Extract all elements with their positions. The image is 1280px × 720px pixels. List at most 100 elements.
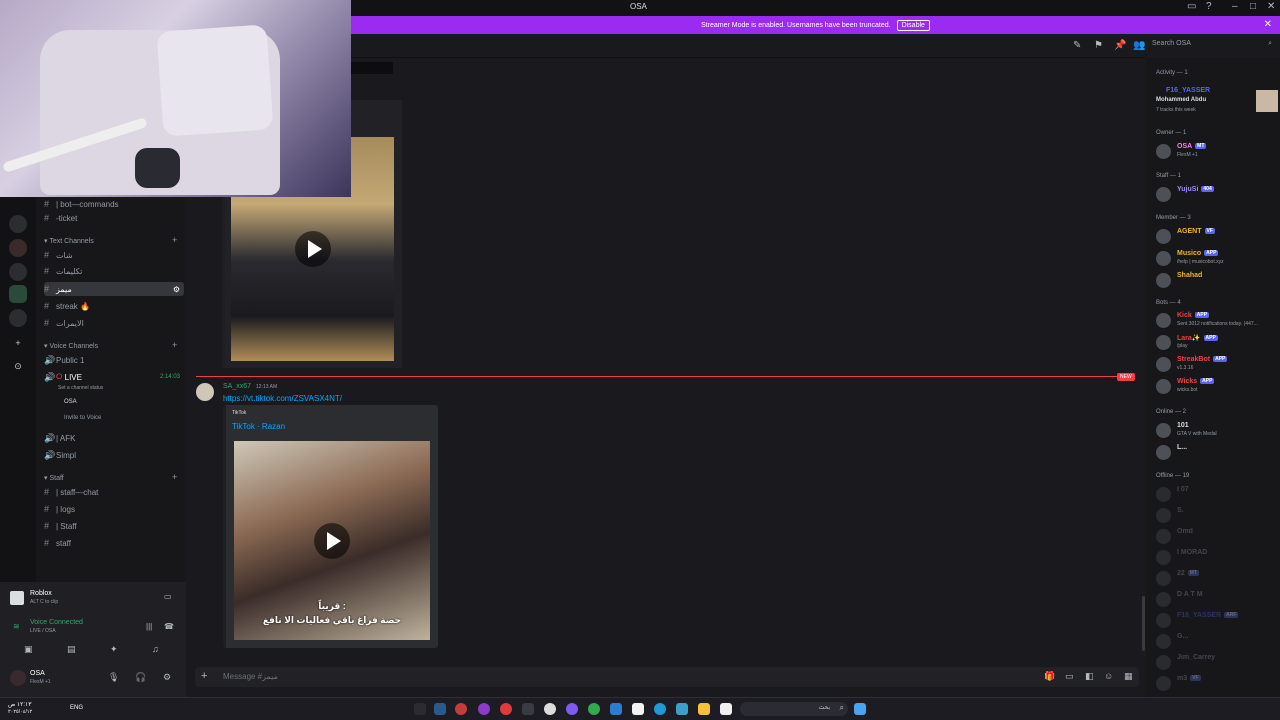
- category-text-channels[interactable]: ▾ Text Channels: [44, 237, 94, 245]
- gift-icon[interactable]: 🎁: [1044, 671, 1055, 682]
- record-icon[interactable]: [500, 703, 512, 715]
- add-channel-icon[interactable]: +: [172, 472, 177, 482]
- server-icon[interactable]: [9, 309, 27, 327]
- channel-status-hint[interactable]: Set a channel status: [58, 381, 198, 395]
- maximize-button[interactable]: □: [1250, 1, 1256, 12]
- member-item[interactable]: I 07: [1156, 485, 1276, 503]
- help-icon[interactable]: ?: [1206, 1, 1212, 12]
- channel-item[interactable]: # | staff—chat: [44, 485, 184, 499]
- taskbar-search[interactable]: بحث ⌕: [740, 702, 848, 716]
- member-item[interactable]: Musico APP/help | musicobot.xyz: [1156, 249, 1276, 267]
- server-icon[interactable]: [9, 239, 27, 257]
- steam-icon[interactable]: [434, 703, 446, 715]
- activity-card[interactable]: F16_YASSER Mohammed Abdu 7 tracks this w…: [1156, 86, 1278, 113]
- member-item[interactable]: Kick APP Sent 3012 notifications today. (4…: [1156, 311, 1276, 329]
- app-icon[interactable]: [522, 703, 534, 715]
- add-channel-icon[interactable]: +: [172, 235, 177, 245]
- app-icon[interactable]: [414, 703, 426, 715]
- attach-icon[interactable]: +: [201, 670, 207, 682]
- edge-icon[interactable]: [654, 703, 666, 715]
- store-icon[interactable]: [632, 703, 644, 715]
- channel-bot-commands[interactable]: # | bot—commands: [44, 197, 184, 211]
- mute-icon[interactable]: ⚑: [1094, 40, 1103, 51]
- avatar[interactable]: [10, 670, 26, 686]
- clock[interactable]: ١٢:١٣ ص: [8, 701, 31, 708]
- camera-icon[interactable]: ▣: [24, 644, 33, 655]
- category-staff[interactable]: ▾ Staff: [44, 474, 64, 482]
- disconnect-icon[interactable]: ☎: [164, 622, 174, 631]
- app-icon[interactable]: [544, 703, 556, 715]
- disable-streamer-mode-button[interactable]: Disable: [896, 19, 930, 31]
- app-icon[interactable]: [610, 703, 622, 715]
- category-voice-channels[interactable]: ▾ Voice Channels: [44, 342, 98, 350]
- windows-start-icon[interactable]: [854, 703, 866, 715]
- member-item[interactable]: 101 GTA V with Medal: [1156, 421, 1276, 439]
- language-indicator[interactable]: ENG: [70, 705, 83, 711]
- app-icon[interactable]: [676, 703, 688, 715]
- threads-icon[interactable]: ✎: [1073, 40, 1081, 51]
- close-window-button[interactable]: ✕: [1267, 1, 1275, 12]
- pin-icon[interactable]: 📌: [1114, 40, 1126, 51]
- member-item[interactable]: Jim_Carrey: [1156, 653, 1276, 671]
- channel-item[interactable]: # تكليمات: [44, 264, 184, 278]
- member-item[interactable]: L...: [1156, 443, 1276, 461]
- channel-item-active[interactable]: # ميمز ⚙: [44, 282, 184, 296]
- member-item[interactable]: 22 MT: [1156, 569, 1276, 587]
- member-item[interactable]: AGENT VF: [1156, 227, 1276, 245]
- channel-item[interactable]: # staff: [44, 536, 184, 550]
- avatar[interactable]: [196, 383, 214, 401]
- add-channel-icon[interactable]: +: [172, 340, 177, 350]
- embed-title[interactable]: TikTok · Razan: [232, 422, 285, 431]
- apps-icon[interactable]: ▦: [1124, 671, 1133, 682]
- mic-icon[interactable]: 🎙: [108, 672, 119, 683]
- channel-item[interactable]: # streak 🔥: [44, 299, 184, 313]
- minimize-button[interactable]: –: [1232, 1, 1238, 12]
- member-item[interactable]: Omd: [1156, 527, 1276, 545]
- server-icon[interactable]: [9, 285, 27, 303]
- add-server-icon[interactable]: +: [9, 334, 27, 352]
- activities-icon[interactable]: ✦: [110, 644, 118, 655]
- screen-share-icon[interactable]: ▤: [67, 644, 76, 655]
- app-icon[interactable]: [478, 703, 490, 715]
- voice-channel[interactable]: 🔊 Simpl: [44, 448, 184, 462]
- voice-user[interactable]: OSA: [64, 395, 204, 409]
- member-item[interactable]: D A T M: [1156, 590, 1276, 608]
- member-item[interactable]: Shahad: [1156, 271, 1276, 289]
- member-item[interactable]: StreakBot APP v1.3.16: [1156, 355, 1276, 373]
- invite-to-voice[interactable]: Invite to Voice: [64, 411, 204, 425]
- noise-icon[interactable]: |||: [146, 622, 152, 631]
- user-settings-icon[interactable]: ⚙: [163, 672, 171, 683]
- member-item[interactable]: Lara✨ APP/play: [1156, 333, 1276, 351]
- channel-item[interactable]: # | logs: [44, 502, 184, 516]
- soundboard-icon[interactable]: ♫: [152, 644, 159, 654]
- voice-channel[interactable]: 🔊 | AFK: [44, 431, 184, 445]
- emoji-icon[interactable]: ☺: [1104, 671, 1113, 681]
- search-input[interactable]: Search OSA ⌕: [1152, 40, 1276, 54]
- channel-item[interactable]: # شات: [44, 248, 184, 262]
- chrome-icon[interactable]: [588, 703, 600, 715]
- inbox-icon[interactable]: ▭: [1187, 1, 1196, 12]
- member-item[interactable]: F16_YASSER ARF: [1156, 611, 1276, 629]
- play-icon[interactable]: [295, 231, 331, 267]
- play-icon[interactable]: [314, 523, 350, 559]
- folder-icon[interactable]: [698, 703, 710, 715]
- app-icon[interactable]: [566, 703, 578, 715]
- channel-item[interactable]: # | Staff: [44, 519, 184, 533]
- member-item[interactable]: m3 VF: [1156, 674, 1276, 692]
- member-item[interactable]: G...: [1156, 632, 1276, 650]
- member-item[interactable]: OSA MT FlexM +1: [1156, 142, 1276, 160]
- server-icon[interactable]: [9, 215, 27, 233]
- date[interactable]: ٢٠٢٥/٠٤/١٢: [8, 709, 32, 715]
- member-item[interactable]: Wicks APP wicks.bot: [1156, 377, 1276, 395]
- message-link[interactable]: https://vt.tiktok.com/ZSVASX4NT/: [223, 394, 342, 403]
- channel-ticket[interactable]: # -ticket: [44, 211, 184, 225]
- message-input[interactable]: + Message #ميمز 🎁 ▭ ◧ ☺ ▦: [195, 667, 1139, 687]
- video-thumbnail[interactable]: قريباً : حصة فراغ باقي فعاليات الا نافغ: [234, 441, 430, 640]
- gif-icon[interactable]: ▭: [1065, 671, 1074, 682]
- server-icon[interactable]: [9, 263, 27, 281]
- app-icon[interactable]: [455, 703, 467, 715]
- message-author[interactable]: SA_xx67: [223, 383, 251, 390]
- member-item[interactable]: S.: [1156, 506, 1276, 524]
- app-icon[interactable]: [720, 703, 732, 715]
- popout-icon[interactable]: ▭: [164, 592, 172, 601]
